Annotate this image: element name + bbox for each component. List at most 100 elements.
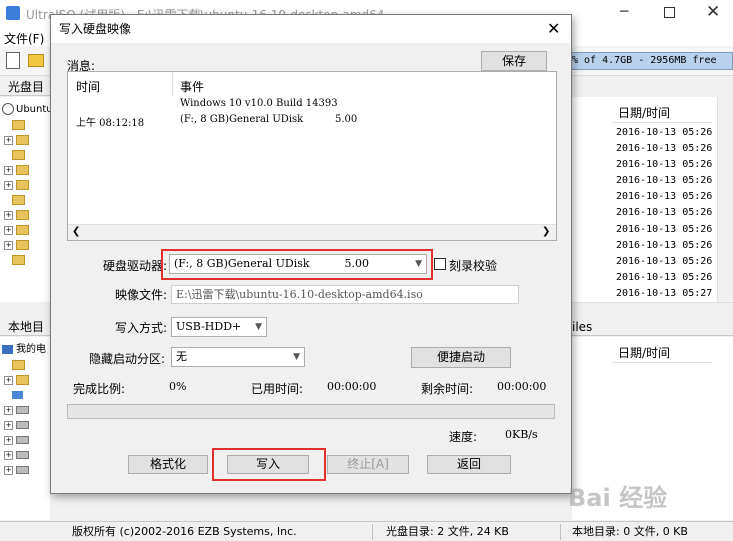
local-tree: 我的电 + + + + + + (0, 337, 50, 520)
dialog-close-icon[interactable]: ✕ (547, 15, 560, 43)
write-disk-image-dialog: 写入硬盘映像 ✕ 消息: 保存 时间 事件 Windows 10 v10.0 B… (50, 14, 572, 494)
expand-icon[interactable]: + (4, 465, 13, 475)
maximize-icon[interactable] (664, 7, 675, 18)
elapsed-label: 已用时间: (251, 382, 304, 396)
expand-icon[interactable]: + (4, 135, 13, 145)
capacity-bar: % of 4.7GB - 2956MB free (568, 52, 733, 70)
progress-bar (67, 404, 555, 419)
close-icon[interactable]: ✕ (706, 2, 720, 22)
chevron-down-icon: ▼ (293, 352, 300, 362)
tree-root-label: Ubuntu (16, 104, 53, 115)
computer-icon (2, 344, 13, 354)
image-file-field[interactable]: E:\迅雷下载\ubuntu-16.10-desktop-amd64.iso (171, 285, 519, 304)
disc-list-scrollbar[interactable] (717, 97, 733, 302)
tree-item[interactable]: + (4, 179, 32, 193)
scroll-left-icon[interactable]: ❮ (72, 226, 80, 237)
tree-item[interactable]: + (4, 224, 32, 238)
verify-label[interactable]: 刻录校验 (449, 257, 497, 274)
back-button[interactable]: 返回 (427, 455, 511, 474)
folder-icon (16, 225, 29, 235)
expand-icon[interactable]: + (4, 180, 13, 190)
expand-icon[interactable]: + (4, 405, 13, 415)
date-cell: 2016-10-13 05:26 (616, 175, 713, 186)
format-button[interactable]: 格式化 (128, 455, 208, 474)
tree-item[interactable]: + (4, 164, 32, 178)
date-cell: 2016-10-13 05:26 (616, 272, 713, 283)
speed-label: 速度: (449, 430, 478, 444)
tree-item[interactable]: + (4, 134, 32, 148)
tree-item[interactable]: + (4, 464, 29, 478)
minimize-icon[interactable]: ─ (620, 4, 628, 20)
tree-item[interactable] (12, 194, 28, 208)
status-local-count: 本地目录: 0 文件, 0 KB (572, 525, 688, 538)
tree-item[interactable] (12, 254, 28, 268)
hidden-partition-select[interactable]: 无 ▼ (171, 347, 305, 367)
drive-highlight (161, 249, 433, 280)
disc-list-hscrollbar[interactable] (572, 302, 733, 316)
log-hscrollbar[interactable]: ❮ ❯ (68, 224, 556, 240)
expand-icon[interactable]: + (4, 435, 13, 445)
write-method-select[interactable]: USB-HDD+ ▼ (171, 317, 267, 337)
tree-item[interactable]: + (4, 209, 32, 223)
tree-item[interactable] (12, 149, 28, 163)
folder-icon (16, 210, 29, 220)
new-icon[interactable] (6, 52, 20, 69)
tree-item[interactable] (12, 359, 28, 373)
date-cell: 2016-10-13 05:26 (616, 159, 713, 170)
status-copyright: 版权所有 (c)2002-2016 EZB Systems, Inc. (72, 525, 297, 538)
stop-button[interactable]: 终止[A] (327, 455, 409, 474)
expand-icon[interactable]: + (4, 165, 13, 175)
elapsed-value: 00:00:00 (327, 380, 377, 393)
tree-item[interactable]: + (4, 434, 29, 448)
folder-icon (16, 375, 29, 385)
tree-item[interactable]: + (4, 419, 29, 433)
expand-icon[interactable]: + (4, 225, 13, 235)
tree-item[interactable] (12, 389, 26, 403)
expand-icon[interactable]: + (4, 210, 13, 220)
expand-icon[interactable]: + (4, 420, 13, 430)
message-log: 时间 事件 Windows 10 v10.0 Build 14393 上午 08… (67, 71, 557, 241)
date-cell: 2016-10-13 05:26 (616, 191, 713, 202)
expand-icon[interactable]: + (4, 450, 13, 460)
image-file-value: E:\迅雷下载\ubuntu-16.10-desktop-amd64.iso (176, 288, 423, 301)
quick-boot-button[interactable]: 便捷启动 (411, 347, 511, 368)
write-method-label: 写入方式: (115, 321, 168, 335)
date-column-header[interactable]: 日期/时间 (612, 103, 712, 123)
date-cell: 2016-10-13 05:26 (616, 240, 713, 251)
write-highlight (212, 448, 326, 481)
verify-checkbox[interactable] (434, 258, 446, 270)
log-event-header: 事件 (180, 80, 205, 94)
disc-tree: Ubuntu + + + + + + (0, 97, 53, 302)
status-bar: 版权所有 (c)2002-2016 EZB Systems, Inc. 光盘目录… (0, 521, 733, 541)
tree-item[interactable]: + (4, 374, 32, 388)
speed-value: 0KB/s (505, 428, 538, 441)
hidden-partition-value: 无 (176, 350, 187, 363)
log-header-divider (172, 72, 173, 96)
folder-icon (12, 360, 25, 370)
menu-file[interactable]: 文件(F) (4, 30, 44, 47)
date-cell: 2016-10-13 05:27 (616, 288, 713, 299)
expand-icon[interactable]: + (4, 375, 13, 385)
drive-icon (16, 466, 29, 474)
disc-dir-header: 光盘目录 (0, 78, 50, 112)
scroll-right-icon[interactable]: ❯ (542, 226, 550, 237)
tree-item[interactable]: + (4, 404, 29, 418)
expand-icon[interactable]: + (4, 240, 13, 250)
tree-root[interactable]: Ubuntu (2, 103, 53, 117)
date-cell: 2016-10-13 05:26 (616, 256, 713, 267)
tree-item[interactable] (12, 119, 28, 133)
local-date-column-header[interactable]: 日期/时间 (612, 343, 712, 363)
tree-item[interactable]: + (4, 239, 32, 253)
tree-root[interactable]: 我的电 (2, 343, 46, 357)
drive-label: 硬盘驱动器: (103, 259, 168, 273)
image-file-label: 映像文件: (115, 288, 168, 302)
disc-icon (2, 103, 14, 115)
folder-icon (16, 240, 29, 250)
open-icon[interactable] (28, 54, 44, 67)
local-files-header: iles (572, 318, 733, 336)
date-cell: 2016-10-13 05:26 (616, 143, 713, 154)
save-button[interactable]: 保存 (481, 51, 547, 71)
date-cell: 2016-10-13 05:26 (616, 224, 713, 235)
remaining-label: 剩余时间: (421, 382, 474, 396)
tree-item[interactable]: + (4, 449, 29, 463)
